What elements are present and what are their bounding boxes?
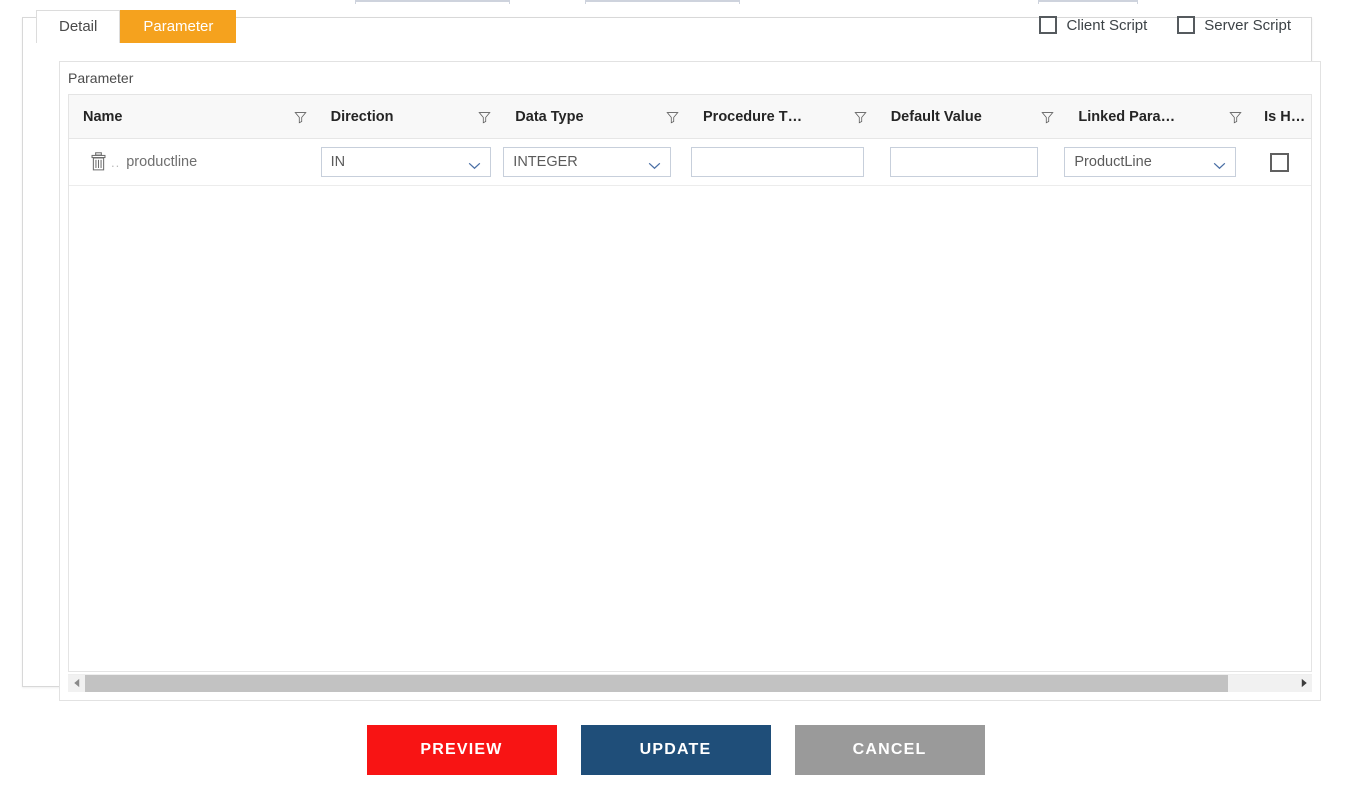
column-header-procedure-type[interactable]: Procedure T… bbox=[689, 95, 877, 138]
column-header-data-type-label: Data Type bbox=[515, 108, 584, 125]
client-script-option[interactable]: Client Script bbox=[1039, 16, 1147, 34]
direction-select-value: IN bbox=[330, 154, 346, 170]
grid-header-row: Name Direction Data Type Procedure T… De… bbox=[69, 95, 1311, 139]
tab-detail[interactable]: Detail bbox=[36, 10, 121, 43]
cell-data-type: INTEGER bbox=[501, 139, 689, 185]
column-header-name-label: Name bbox=[83, 108, 123, 125]
parameter-panel: Parameter Name Direction Data Type Proce… bbox=[59, 61, 1321, 701]
column-header-linked-parameter-label: Linked Para… bbox=[1078, 108, 1176, 125]
parameter-grid: Name Direction Data Type Procedure T… De… bbox=[68, 94, 1312, 672]
parameter-card: Parameter Name Direction Data Type Proce… bbox=[22, 17, 1321, 701]
update-button[interactable]: UPDATE bbox=[580, 725, 771, 775]
footer-actions: PREVIEW UPDATE CANCEL bbox=[0, 725, 1351, 775]
data-type-select[interactable]: INTEGER bbox=[503, 147, 672, 177]
clipped-field-top-3 bbox=[1038, 0, 1138, 4]
server-script-option[interactable]: Server Script bbox=[1177, 16, 1291, 34]
server-script-checkbox[interactable] bbox=[1177, 16, 1196, 34]
default-value-input[interactable] bbox=[889, 147, 1038, 177]
column-header-is-hidden-label: Is H… bbox=[1264, 108, 1306, 125]
table-row: .. productline IN INTEGER ProductLine bbox=[69, 139, 1311, 186]
script-options: Client Script Server Script bbox=[1039, 16, 1291, 34]
scrollbar-thumb[interactable] bbox=[85, 674, 1229, 692]
client-script-checkbox[interactable] bbox=[1039, 16, 1058, 34]
cell-procedure-type bbox=[689, 139, 877, 185]
app-root: Parameter Name Direction Data Type Proce… bbox=[0, 0, 1351, 810]
column-header-linked-parameter[interactable]: Linked Para… bbox=[1064, 95, 1252, 138]
panel-title: Parameter bbox=[68, 70, 134, 86]
cell-name: .. productline bbox=[69, 139, 317, 185]
arrow-left-icon[interactable] bbox=[68, 674, 85, 692]
server-script-label: Server Script bbox=[1204, 16, 1291, 34]
grid-horizontal-scrollbar[interactable] bbox=[68, 674, 1312, 692]
chevron-down-icon-direction bbox=[468, 158, 481, 170]
tab-detail-label: Detail bbox=[59, 18, 98, 35]
trash-icon[interactable] bbox=[89, 152, 108, 172]
column-header-name[interactable]: Name bbox=[69, 95, 317, 138]
is-hidden-checkbox[interactable] bbox=[1270, 152, 1290, 172]
column-header-direction[interactable]: Direction bbox=[317, 95, 502, 138]
column-header-procedure-type-label: Procedure T… bbox=[703, 108, 803, 125]
cell-direction: IN bbox=[317, 139, 502, 185]
tab-parameter[interactable]: Parameter bbox=[120, 10, 237, 43]
parameter-name-label: productline bbox=[126, 154, 198, 170]
clipped-field-top-1 bbox=[355, 0, 510, 4]
grid-body: .. productline IN INTEGER ProductLine bbox=[69, 139, 1311, 651]
scrollbar-track[interactable] bbox=[85, 674, 1295, 692]
direction-select[interactable]: IN bbox=[320, 147, 491, 177]
filter-icon-direction[interactable] bbox=[478, 110, 491, 123]
column-header-direction-label: Direction bbox=[330, 108, 394, 125]
chevron-down-icon-data-type bbox=[648, 158, 661, 170]
tab-parameter-label: Parameter bbox=[143, 18, 214, 35]
filter-icon-linked-parameter[interactable] bbox=[1229, 110, 1242, 123]
preview-button[interactable]: PREVIEW bbox=[366, 725, 557, 775]
column-header-default-value[interactable]: Default Value bbox=[877, 95, 1065, 138]
tab-strip: Detail Parameter bbox=[36, 10, 237, 43]
filter-icon-data-type[interactable] bbox=[666, 110, 679, 123]
procedure-type-input[interactable] bbox=[690, 147, 864, 177]
arrow-right-icon[interactable] bbox=[1295, 674, 1312, 692]
column-header-default-value-label: Default Value bbox=[890, 108, 982, 125]
chevron-down-icon-linked-parameter bbox=[1213, 158, 1226, 170]
row-drag-dots[interactable]: .. bbox=[111, 155, 120, 170]
data-type-select-value: INTEGER bbox=[513, 154, 578, 170]
filter-icon-procedure-type[interactable] bbox=[854, 110, 867, 123]
filter-icon-default-value[interactable] bbox=[1041, 110, 1055, 123]
column-header-is-hidden[interactable]: Is H… bbox=[1252, 95, 1311, 138]
linked-parameter-select-value: ProductLine bbox=[1074, 154, 1152, 170]
filter-icon-name[interactable] bbox=[293, 110, 307, 123]
cancel-button[interactable]: CANCEL bbox=[794, 725, 985, 775]
cell-default-value bbox=[877, 139, 1065, 185]
cell-is-hidden bbox=[1252, 139, 1311, 185]
cell-linked-parameter: ProductLine bbox=[1064, 139, 1252, 185]
clipped-field-top-2 bbox=[585, 0, 740, 4]
client-script-label: Client Script bbox=[1066, 16, 1148, 34]
linked-parameter-select[interactable]: ProductLine bbox=[1064, 147, 1237, 177]
column-header-data-type[interactable]: Data Type bbox=[501, 95, 689, 138]
